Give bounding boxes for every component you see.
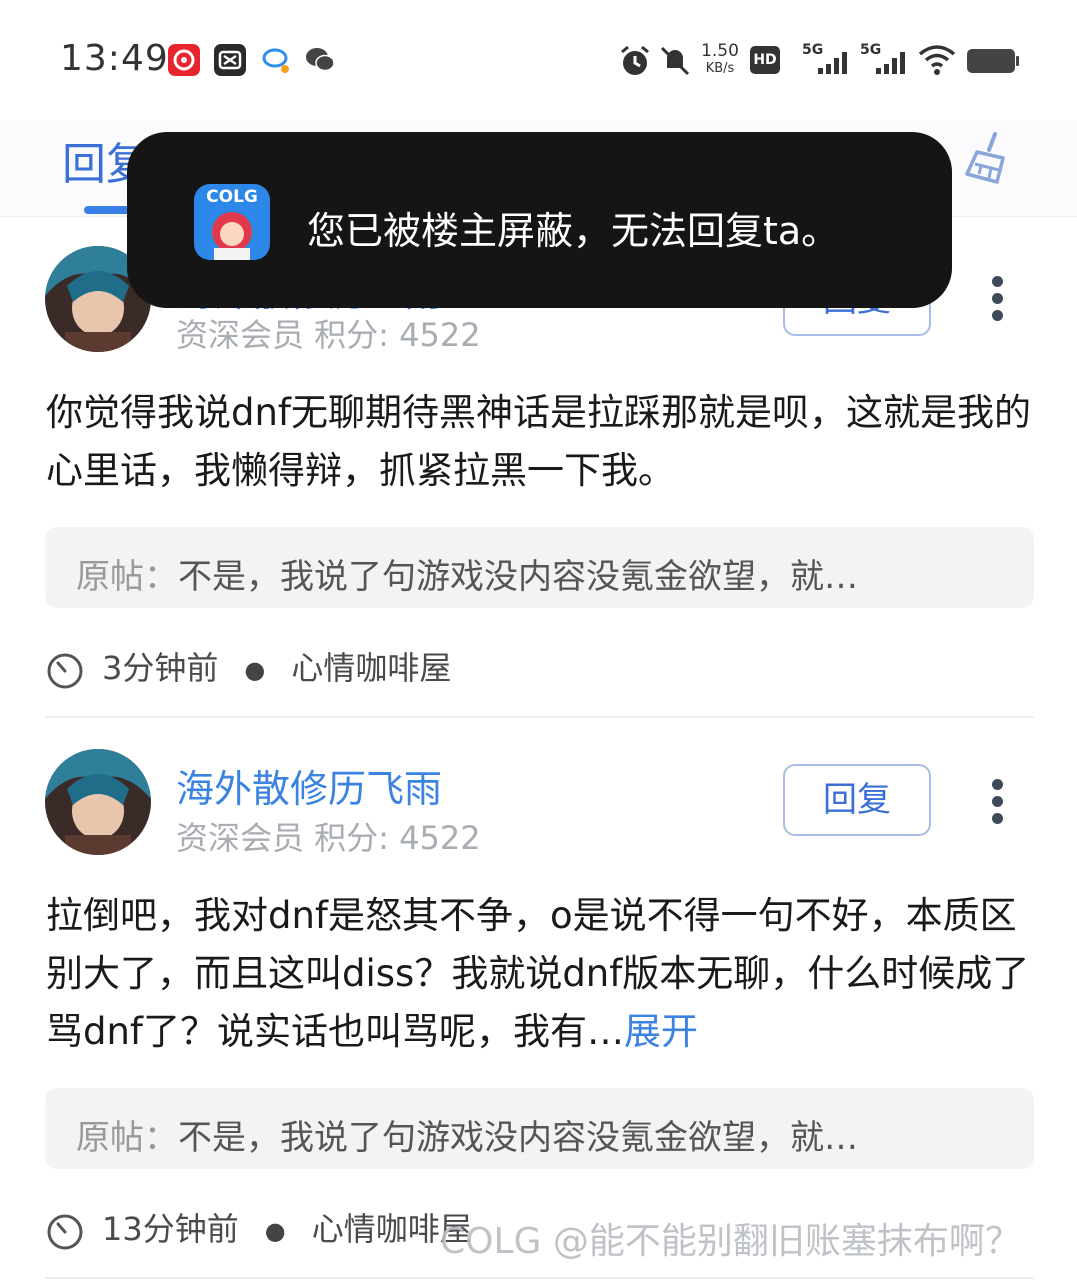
toast-message: 您已被楼主屏蔽，无法回复ta。 (307, 209, 840, 253)
separator-dot: ● (264, 1217, 286, 1245)
battery-icon (966, 48, 1020, 74)
forum-name[interactable]: 心情咖啡屋 (291, 649, 451, 687)
wechat-icon (304, 44, 336, 76)
original-post-quote[interactable]: 原帖：不是，我说了句游戏没内容没氪金欲望，就… (45, 527, 1034, 608)
hd-badge: HD (750, 46, 780, 74)
network-speed-unit: KB/s (705, 61, 735, 76)
clock-icon (46, 651, 84, 689)
expand-link[interactable]: 展开 (624, 1010, 698, 1053)
mute-icon (658, 44, 692, 78)
reply-time: 3分钟前 (102, 649, 219, 687)
user-meta: 资深会员 积分: 4522 (176, 819, 481, 857)
reply-footer: 13分钟前 ● 心情咖啡屋 (46, 1204, 472, 1250)
original-post-quote[interactable]: 原帖：不是，我说了句游戏没内容没氪金欲望，就… (45, 1088, 1034, 1169)
clock-icon (46, 1212, 84, 1250)
watermark: COLG @能不能别翻旧账塞抹布啊？ (440, 1221, 1021, 1262)
user-meta: 资深会员 积分: 4522 (176, 316, 481, 354)
quote-label: 原帖： (76, 1118, 178, 1158)
username[interactable]: 海外散修历飞雨 (176, 758, 442, 813)
status-time: 13:49 (60, 38, 169, 79)
hd-label: HD (753, 52, 777, 68)
toast-notification: COLG 您已被楼主屏蔽，无法回复ta。 (127, 132, 952, 308)
reply-button[interactable]: 回复 (783, 764, 931, 836)
reply-content[interactable]: 拉倒吧，我对dnf是怒其不争，o是说不得一句不好，本质区别大了，而且这叫diss… (46, 887, 1036, 1061)
more-options-icon[interactable] (988, 779, 1008, 825)
sim2-signal-icon: 5G (860, 42, 906, 78)
divider (45, 716, 1034, 718)
colg-app-logo: COLG (194, 184, 270, 260)
reply-content-text: 拉倒吧，我对dnf是怒其不争，o是说不得一句不好，本质区别大了，而且这叫diss… (46, 894, 1030, 1053)
avatar[interactable] (45, 749, 151, 855)
network-speed-value: 1.50 (701, 41, 739, 61)
clean-broom-icon[interactable] (959, 128, 1019, 188)
divider (45, 1277, 1034, 1279)
reply-footer: 3分钟前 ● 心情咖啡屋 (46, 643, 451, 689)
status-bar: 13:49 1.50 KB/s HD 5G 5G (0, 0, 1077, 120)
reply-content[interactable]: 你觉得我说dnf无聊期待黑神话是拉踩那就是呗，这就是我的心里话，我懒得辩，抓紧拉… (46, 384, 1036, 500)
wifi-icon (918, 44, 956, 76)
chat-bubble-icon (260, 44, 292, 76)
sim1-signal-icon: 5G (802, 42, 848, 78)
netease-music-icon (168, 44, 200, 76)
capcut-icon (214, 44, 246, 76)
quote-text: 不是，我说了句游戏没内容没氪金欲望，就… (178, 557, 858, 597)
alarm-icon (618, 44, 652, 78)
quote-label: 原帖： (76, 557, 178, 597)
more-options-icon[interactable] (988, 276, 1008, 322)
quote-text: 不是，我说了句游戏没内容没氪金欲望，就… (178, 1118, 858, 1158)
reply-time: 13分钟前 (102, 1210, 239, 1248)
separator-dot: ● (244, 656, 266, 684)
